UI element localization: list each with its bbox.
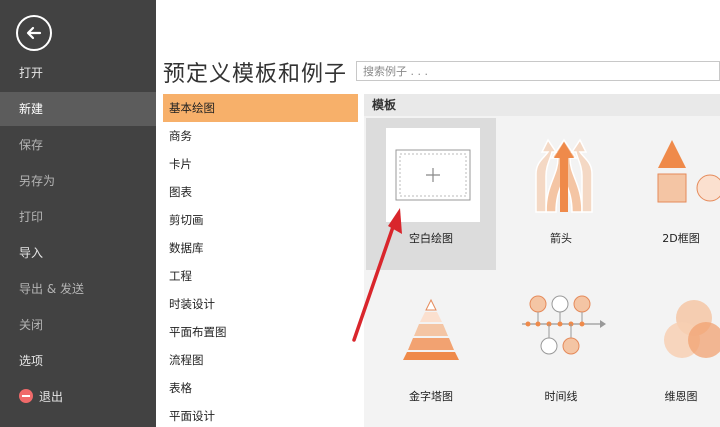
template-2d-block-label: 2D框图 xyxy=(662,232,700,245)
template-arrows[interactable]: 箭头 xyxy=(496,118,626,270)
nav-save-label: 保存 xyxy=(19,138,44,152)
category-list: 基本绘图 商务 卡片 图表 剪切画 数据库 工程 时装设计 平面布置图 流程图 … xyxy=(163,94,358,427)
nav-open[interactable]: 打开 xyxy=(0,56,156,90)
venn-icon xyxy=(656,294,720,370)
nav-import-label: 导入 xyxy=(19,246,44,260)
backstage-sidebar: 打开 新建 保存 另存为 打印 导入 导出 & 发送 关闭 选项 退出 xyxy=(0,0,156,427)
nav-export-send-label: 导出 & 发送 xyxy=(19,282,84,296)
nav-close[interactable]: 关闭 xyxy=(0,308,156,342)
back-button[interactable] xyxy=(16,15,52,51)
nav-print-label: 打印 xyxy=(19,210,44,224)
template-pyramid-label: 金字塔图 xyxy=(409,390,453,403)
nav-exit-label: 退出 xyxy=(39,390,64,404)
category-database[interactable]: 数据库 xyxy=(163,234,358,262)
nav-options[interactable]: 选项 xyxy=(0,344,156,378)
category-flowchart[interactable]: 流程图 xyxy=(163,346,358,374)
category-table[interactable]: 表格 xyxy=(163,374,358,402)
category-engineering[interactable]: 工程 xyxy=(163,262,358,290)
timeline-icon xyxy=(518,294,610,366)
nav-new[interactable]: 新建 xyxy=(0,92,156,126)
back-arrow-icon xyxy=(26,26,42,40)
category-basic-drawing[interactable]: 基本绘图 xyxy=(163,94,358,122)
templates-panel: 模板 空白绘图 箭头 2D框图 金字塔图 时间线 维恩图 xyxy=(364,94,720,427)
nav-print[interactable]: 打印 xyxy=(0,200,156,234)
template-arrows-label: 箭头 xyxy=(550,232,572,245)
search-input[interactable] xyxy=(356,61,720,81)
nav-close-label: 关闭 xyxy=(19,318,44,332)
template-blank-drawing-label: 空白绘图 xyxy=(409,232,453,245)
template-pyramid[interactable]: 金字塔图 xyxy=(366,272,496,424)
nav-open-label: 打开 xyxy=(19,66,44,80)
template-venn[interactable]: 维恩图 xyxy=(626,272,720,424)
app-window: 打开 新建 保存 另存为 打印 导入 导出 & 发送 关闭 选项 退出 预定义模… xyxy=(0,0,720,427)
templates-header: 模板 xyxy=(364,94,720,116)
nav-exit[interactable]: 退出 xyxy=(0,380,156,414)
category-business[interactable]: 商务 xyxy=(163,122,358,150)
2d-shapes-icon xyxy=(656,136,720,216)
exit-icon xyxy=(19,389,33,403)
category-fashion-design[interactable]: 时装设计 xyxy=(163,290,358,318)
nav-options-label: 选项 xyxy=(19,354,44,368)
category-floor-plan[interactable]: 平面布置图 xyxy=(163,318,358,346)
nav-save-as[interactable]: 另存为 xyxy=(0,164,156,198)
page-title: 预定义模板和例子 xyxy=(163,62,348,87)
nav-new-label: 新建 xyxy=(19,102,44,116)
nav-import[interactable]: 导入 xyxy=(0,236,156,270)
template-venn-label: 维恩图 xyxy=(664,390,698,403)
nav-save[interactable]: 保存 xyxy=(0,128,156,162)
nav-export-send[interactable]: 导出 & 发送 xyxy=(0,272,156,306)
template-timeline-label: 时间线 xyxy=(544,390,578,403)
category-charts[interactable]: 图表 xyxy=(163,178,358,206)
template-2d-block[interactable]: 2D框图 xyxy=(626,118,720,270)
nav-save-as-label: 另存为 xyxy=(19,174,56,188)
category-clipart[interactable]: 剪切画 xyxy=(163,206,358,234)
pyramid-icon xyxy=(396,294,466,364)
template-blank-drawing[interactable]: 空白绘图 xyxy=(366,118,496,270)
blank-canvas-icon xyxy=(386,128,480,222)
category-graphic-design[interactable]: 平面设计 xyxy=(163,402,358,427)
arrows-icon xyxy=(524,134,604,214)
template-timeline[interactable]: 时间线 xyxy=(496,272,626,424)
category-cards[interactable]: 卡片 xyxy=(163,150,358,178)
